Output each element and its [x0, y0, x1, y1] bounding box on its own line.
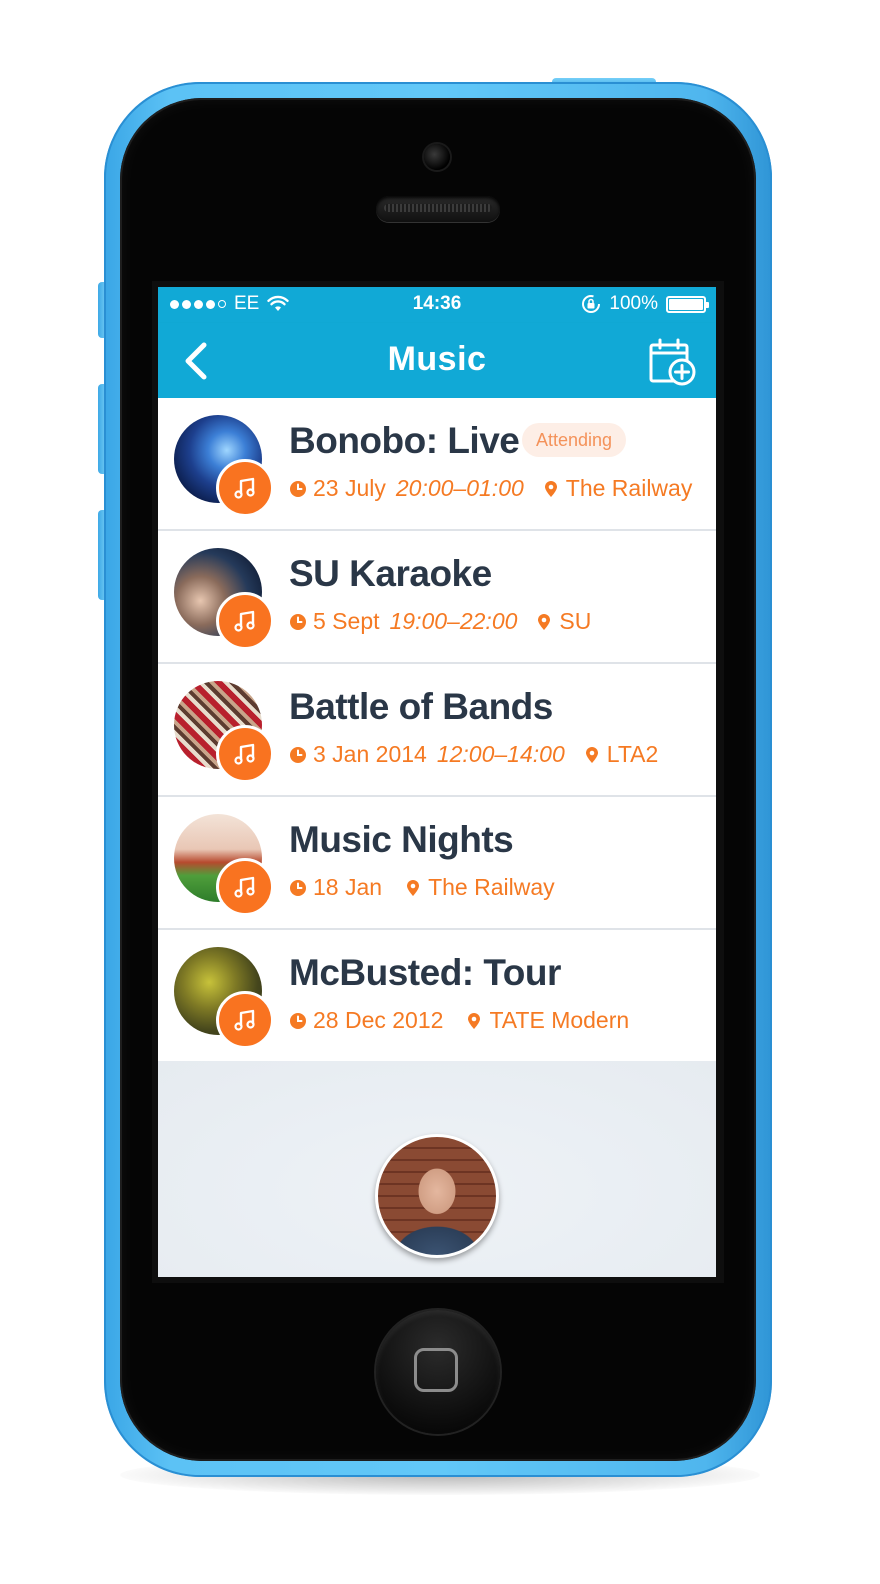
calendar-add-icon[interactable]	[648, 337, 698, 387]
event-meta: 28 Dec 2012 TATE Modern	[289, 1007, 629, 1034]
profile-avatar[interactable]	[375, 1134, 499, 1258]
event-title: SU Karaoke	[289, 553, 492, 594]
event-time: 19:00–22:00	[389, 608, 518, 634]
music-note-icon	[216, 991, 274, 1049]
event-row-su-karaoke[interactable]: SU Karaoke 5 Sept 19:00–22:00 SU	[158, 531, 716, 664]
event-date: 5 Sept	[313, 608, 380, 634]
rotation-lock-icon	[582, 295, 601, 313]
event-date: 23 July	[313, 475, 386, 501]
battery-level	[669, 298, 703, 310]
event-title: Bonobo: Live	[289, 420, 520, 461]
location-pin-icon	[468, 1012, 481, 1029]
attending-badge: Attending	[522, 423, 627, 457]
location-pin-icon	[544, 480, 557, 497]
event-row-mcbusted-tour[interactable]: McBusted: Tour 28 Dec 2012 TATE Modern	[158, 930, 716, 1062]
event-row-battle-of-bands[interactable]: Battle of Bands 3 Jan 2014 12:00–14:00 L…	[158, 664, 716, 797]
page-title: Music	[387, 340, 487, 378]
clock-icon	[290, 746, 306, 763]
clock-icon	[290, 613, 306, 630]
music-note-icon	[216, 725, 274, 783]
events-list: Bonobo: Live Attending 23 July 20:00–01:…	[158, 398, 716, 1062]
event-meta: 3 Jan 2014 12:00–14:00 LTA2	[289, 741, 658, 768]
event-date: 3 Jan 2014	[313, 741, 427, 767]
event-meta: 18 Jan The Railway	[289, 874, 555, 901]
event-title: Music Nights	[289, 819, 514, 860]
home-button[interactable]	[376, 1310, 500, 1434]
location-pin-icon	[538, 613, 551, 630]
event-row-bonobo-live[interactable]: Bonobo: Live Attending 23 July 20:00–01:…	[158, 398, 716, 531]
app-screen: EE 14:36 100% Music Bonobo: Live Attendi…	[158, 287, 716, 1277]
event-place: The Railway	[565, 475, 693, 501]
event-row-music-nights[interactable]: Music Nights 18 Jan The Railway	[158, 797, 716, 930]
location-pin-icon	[585, 746, 598, 763]
music-note-icon	[216, 858, 274, 916]
event-place: LTA2	[606, 741, 659, 767]
status-right: 100%	[581, 293, 709, 315]
front-camera	[424, 144, 450, 170]
event-time: 20:00–01:00	[395, 475, 524, 501]
earpiece-speaker	[376, 196, 500, 222]
event-meta: 23 July 20:00–01:00 The Railway	[289, 475, 692, 502]
event-title: Battle of Bands	[289, 686, 553, 727]
event-time: 12:00–14:00	[436, 741, 565, 767]
music-note-icon	[216, 592, 274, 650]
event-place: The Railway	[428, 874, 555, 900]
clock-icon	[290, 480, 306, 497]
event-date: 28 Dec 2012	[313, 1007, 444, 1033]
home-square-icon	[414, 1348, 458, 1392]
location-pin-icon	[407, 879, 420, 896]
status-bar: EE 14:36 100%	[158, 287, 716, 323]
clock-icon	[290, 879, 306, 896]
music-note-icon	[216, 459, 274, 517]
event-meta: 5 Sept 19:00–22:00 SU	[289, 608, 591, 635]
clock-icon	[290, 1012, 306, 1029]
event-place: TATE Modern	[489, 1007, 630, 1033]
navigation-bar: Music	[158, 323, 716, 398]
event-title: McBusted: Tour	[289, 952, 561, 993]
stage: EE 14:36 100% Music Bonobo: Live Attendi…	[0, 0, 880, 1584]
battery-icon	[666, 295, 709, 313]
event-date: 18 Jan	[313, 874, 383, 900]
profile-area	[158, 1061, 716, 1277]
battery-percentage: 100%	[609, 293, 658, 314]
event-place: SU	[559, 608, 592, 634]
